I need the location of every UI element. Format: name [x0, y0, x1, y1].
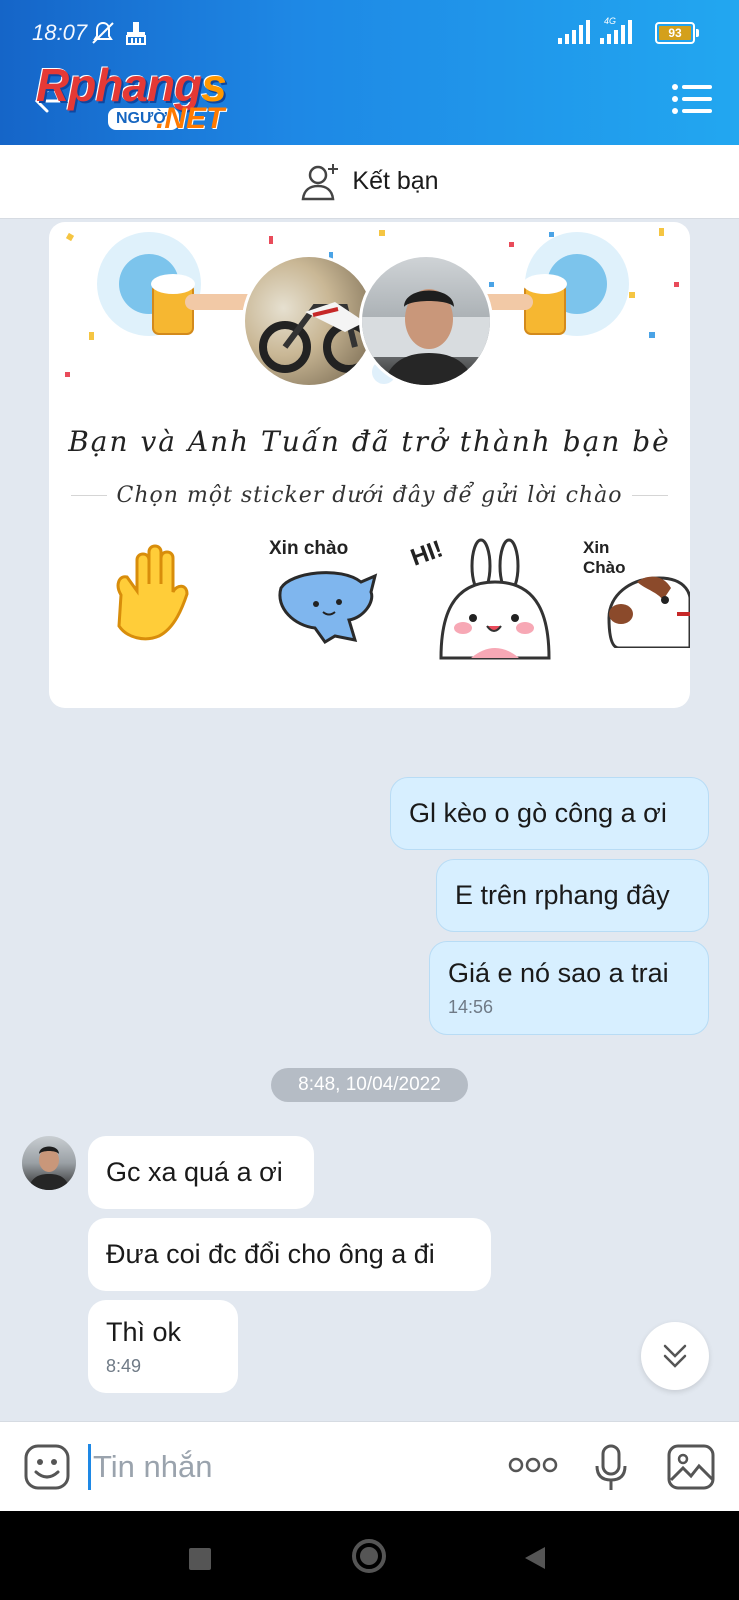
status-bar: 18:07 4G 93	[0, 0, 739, 54]
signal-strength-2-icon	[600, 20, 632, 44]
message-text: Gc xa quá a ơi	[106, 1157, 283, 1187]
menu-icon[interactable]	[672, 84, 712, 114]
emoji-sticker-icon[interactable]	[24, 1444, 70, 1490]
home-icon[interactable]	[351, 1538, 387, 1574]
sticker-wave-hand[interactable]	[101, 540, 205, 649]
image-gallery-icon[interactable]	[667, 1444, 715, 1490]
sender-avatar[interactable]	[22, 1136, 76, 1190]
new-friend-card: Bạn và Anh Tuấn đã trở thành bạn bè Chọn…	[49, 222, 690, 708]
date-separator: 8:48, 10/04/2022	[271, 1068, 468, 1102]
microphone-icon[interactable]	[594, 1444, 628, 1492]
message-bubble-outgoing[interactable]: E trên rphang đây	[436, 859, 709, 932]
add-friend-icon	[302, 163, 339, 200]
message-bubble-outgoing[interactable]: Giá e nó sao a trai 14:56	[429, 941, 709, 1035]
add-friend-label: Kết bạn	[352, 167, 439, 195]
add-friend-button[interactable]: Kết bạn	[0, 145, 739, 219]
sticker-bunny[interactable]: HI!	[407, 532, 551, 667]
signal-strength-icon	[558, 20, 590, 44]
message-composer	[0, 1421, 739, 1511]
rphangs-logo: Rphangs NGƯỜI .NET	[36, 58, 266, 138]
cleaner-icon	[126, 22, 146, 45]
divider	[71, 494, 107, 496]
message-bubble-incoming[interactable]: Thì ok 8:49	[88, 1300, 238, 1393]
system-navigation-bar	[0, 1511, 739, 1600]
status-time: 18:07	[32, 20, 88, 45]
scroll-to-bottom-button[interactable]	[641, 1322, 709, 1390]
sticker-blue-cat[interactable]: Xin chào	[261, 538, 381, 653]
friend-card-title: Bạn và Anh Tuấn đã trở thành bạn bè	[68, 425, 671, 458]
message-bubble-incoming[interactable]: Gc xa quá a ơi	[88, 1136, 314, 1209]
friend-avatar-motorbike	[242, 254, 376, 388]
wave-hand-icon	[116, 544, 189, 641]
notification-muted-icon	[92, 21, 114, 44]
logo-net: .NET	[156, 102, 225, 135]
friend-card-subtitle-row: Chọn một sticker dưới đây để gửi lời chà…	[71, 480, 668, 510]
sticker-text: Xin Chào	[583, 538, 626, 577]
sticker-text: Xin chào	[269, 538, 349, 559]
recent-apps-icon[interactable]	[188, 1547, 212, 1571]
message-input[interactable]	[88, 1444, 488, 1490]
message-text: Gl kèo o gò công a ơi	[409, 798, 667, 828]
message-bubble-outgoing[interactable]: Gl kèo o gò công a ơi	[390, 777, 709, 850]
message-text: Thì ok	[106, 1316, 182, 1347]
message-bubble-incoming[interactable]: Đưa coi đc đổi cho ông a đi	[88, 1218, 491, 1291]
message-text: Giá e nó sao a trai	[448, 958, 669, 988]
chevron-double-down-icon	[663, 1344, 687, 1368]
battery-level: 93	[659, 26, 691, 40]
app-header: 18:07 4G 93 Rphangs NGƯỜI .NET	[0, 0, 739, 145]
divider	[632, 494, 668, 496]
message-time: 14:56	[448, 997, 494, 1017]
friend-card-subtitle: Chọn một sticker dưới đây để gửi lời chà…	[116, 482, 623, 508]
back-icon[interactable]	[523, 1545, 547, 1571]
more-options-icon[interactable]	[508, 1456, 558, 1474]
battery-icon: 93	[655, 22, 699, 44]
message-time: 8:49	[106, 1355, 142, 1376]
message-text: Đưa coi đc đổi cho ông a đi	[106, 1239, 435, 1269]
user-avatar	[359, 254, 493, 388]
message-text: E trên rphang đây	[455, 880, 670, 910]
sticker-dog[interactable]: Xin Chào	[579, 538, 690, 653]
